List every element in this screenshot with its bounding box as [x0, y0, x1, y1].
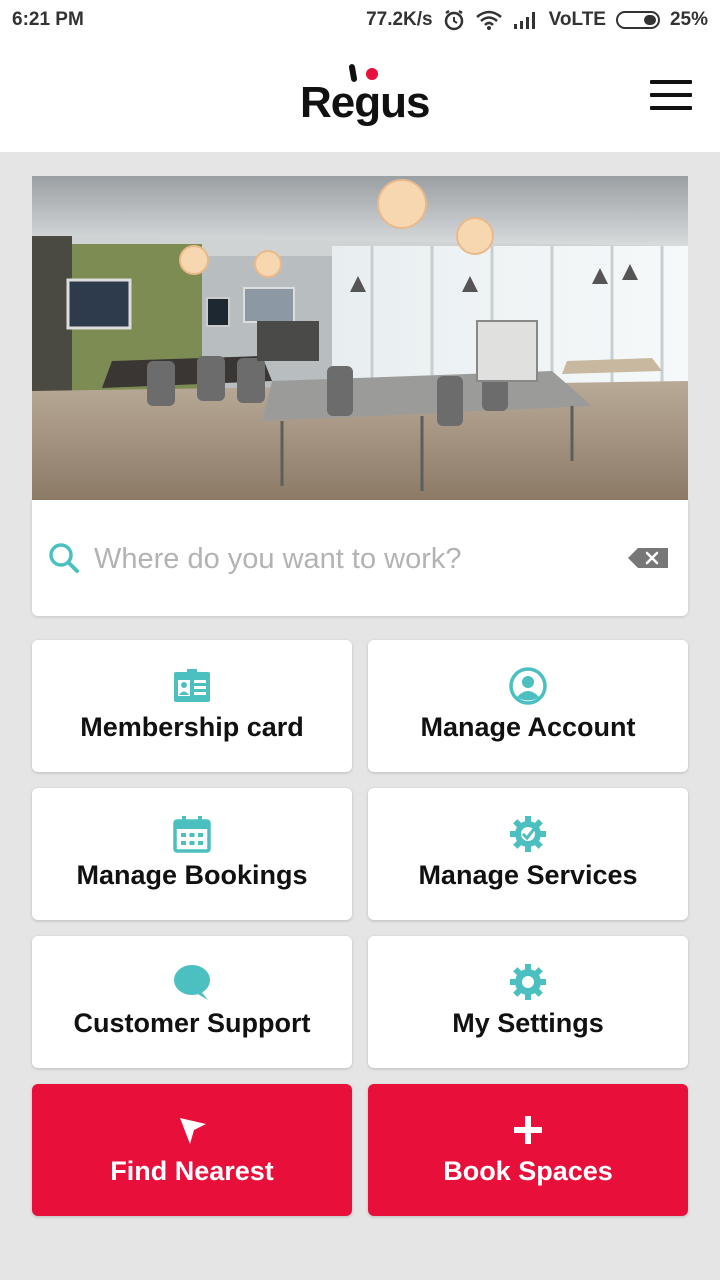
services-gear-icon — [510, 816, 546, 852]
tile-label: Customer Support — [73, 1008, 311, 1038]
customer-support-tile[interactable]: Customer Support — [32, 936, 352, 1068]
search-bar — [32, 500, 688, 616]
manage-services-tile[interactable]: Manage Services — [368, 788, 688, 920]
search-input[interactable] — [92, 534, 616, 584]
status-bar: 6:21 PM 77.2K/s VoLTE 25% — [0, 0, 720, 40]
button-label: Book Spaces — [443, 1156, 613, 1186]
wifi-icon — [475, 10, 503, 30]
menu-bar — [650, 80, 692, 84]
battery-icon — [615, 11, 660, 29]
tile-label: My Settings — [452, 1008, 604, 1038]
alarm-icon — [443, 9, 465, 31]
chat-bubble-icon — [174, 965, 210, 1000]
tile-label: Manage Services — [418, 860, 638, 890]
menu-bar — [650, 106, 692, 110]
location-arrow-icon — [180, 1118, 206, 1144]
plus-icon — [514, 1116, 542, 1144]
regus-logo: Regus — [300, 63, 430, 130]
account-icon — [509, 667, 547, 705]
office-interior-photo — [32, 176, 688, 500]
app-header: Regus — [0, 40, 720, 152]
find-nearest-button[interactable]: Find Nearest — [32, 1084, 352, 1216]
search-icon[interactable] — [48, 542, 80, 574]
tile-label: Manage Account — [420, 712, 636, 742]
membership-card-icon — [174, 669, 210, 702]
net-speed: 77.2K/s — [366, 9, 433, 30]
menu-bar — [650, 93, 692, 97]
logo-text: Regus — [300, 78, 430, 127]
status-indicators: 77.2K/s VoLTE 25% — [366, 9, 708, 31]
my-settings-tile[interactable]: My Settings — [368, 936, 688, 1068]
clear-input-icon[interactable] — [626, 546, 670, 570]
hamburger-menu-icon[interactable] — [650, 80, 692, 110]
signal-icon — [513, 10, 539, 30]
book-spaces-button[interactable]: Book Spaces — [368, 1084, 688, 1216]
manage-account-tile[interactable]: Manage Account — [368, 640, 688, 772]
battery-percent: 25% — [669, 9, 708, 30]
tile-label: Membership card — [80, 712, 304, 742]
manage-bookings-tile[interactable]: Manage Bookings — [32, 788, 352, 920]
office-hero-image — [32, 176, 688, 500]
button-label: Find Nearest — [110, 1156, 274, 1186]
membership-card-tile[interactable]: Membership card — [32, 640, 352, 772]
settings-gear-icon — [510, 964, 546, 1000]
tile-label: Manage Bookings — [76, 860, 308, 890]
status-time: 6:21 PM — [12, 9, 84, 30]
network-type: VoLTE — [548, 9, 606, 30]
calendar-icon — [173, 816, 211, 853]
